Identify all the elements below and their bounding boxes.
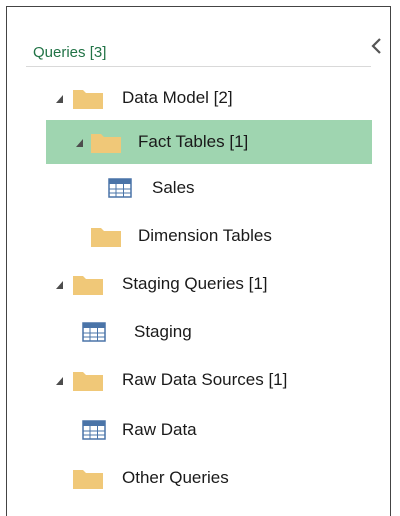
tree-item-label: Staging Queries [1]	[122, 274, 268, 293]
tree-item-label: Staging	[134, 322, 192, 341]
tree-item-label: Dimension Tables	[138, 226, 272, 245]
expanded-triangle-icon[interactable]	[54, 93, 66, 105]
table-icon	[82, 420, 106, 440]
tree-item-staging[interactable]: Staging	[46, 310, 372, 354]
tree-item-raw-data[interactable]: Raw Data	[46, 408, 372, 452]
tree-item-sales[interactable]: Sales	[46, 166, 372, 210]
folder-icon	[91, 134, 121, 153]
expanded-triangle-icon[interactable]	[74, 137, 86, 149]
tree-item-label: Sales	[152, 178, 195, 197]
folder-icon	[73, 470, 103, 489]
folder-icon	[91, 228, 121, 247]
tree-item-other-queries[interactable]: Other Queries	[46, 456, 372, 500]
tree-item-label: Raw Data	[122, 420, 197, 439]
expanded-triangle-icon[interactable]	[54, 279, 66, 291]
expanded-triangle-icon[interactable]	[54, 375, 66, 387]
tree-item-label: Other Queries	[122, 468, 229, 487]
tree-item-staging-queries[interactable]: Staging Queries [1]	[46, 262, 372, 306]
tree-item-label: Fact Tables [1]	[138, 132, 249, 151]
queries-pane-title: Queries [3]	[33, 44, 107, 61]
tree-item-label: Raw Data Sources [1]	[122, 370, 288, 389]
folder-icon	[73, 276, 103, 295]
queries-pane-header: Queries [3]	[26, 38, 381, 67]
table-icon	[108, 178, 132, 198]
tree-item-raw-data-sources[interactable]: Raw Data Sources [1]	[46, 358, 372, 402]
collapse-pane-button[interactable]	[366, 34, 388, 58]
tree-item-fact-tables[interactable]: Fact Tables [1]	[46, 120, 372, 164]
tree-item-data-model[interactable]: Data Model [2]	[46, 76, 372, 120]
tree-item-label: Data Model [2]	[122, 88, 233, 107]
tree-item-dimension-tables[interactable]: Dimension Tables	[46, 214, 372, 258]
table-icon	[82, 322, 106, 342]
folder-icon	[73, 90, 103, 109]
folder-icon	[73, 372, 103, 391]
chevron-left-icon	[371, 38, 381, 54]
